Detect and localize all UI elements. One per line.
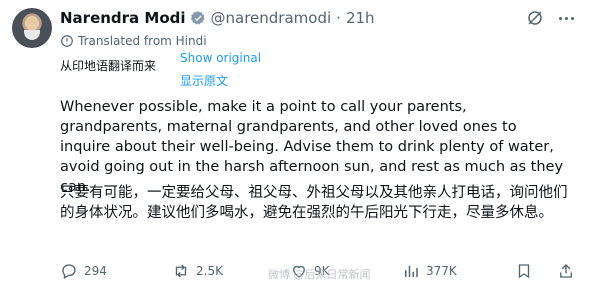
separator-dot: · [336,9,341,27]
show-original-link[interactable]: Show original [180,51,261,65]
reply-button[interactable]: 294 [60,262,107,280]
author-avatar[interactable] [12,8,52,48]
bookmark-button[interactable] [515,262,539,280]
translated-from-label: Translated from Hindi [78,34,207,48]
post-time[interactable]: 21h [346,9,375,27]
views-icon [405,265,418,277]
watermark-text: 微博 @后来日常新闻 [268,268,371,281]
bookmark-icon [518,264,530,279]
repost-icon [175,264,187,278]
source-text-line1: 从印地语翻译而来 [60,59,157,73]
verified-badge-icon [190,11,205,25]
repost-count: 2.5K [196,264,223,278]
translated-notice: Translated from Hindi [60,34,207,48]
translate-icon [61,35,73,47]
views-button[interactable]: 377K [402,262,457,280]
post-body-english: Whenever possible, make it a point to ca… [60,99,564,195]
more-icon[interactable] [556,10,576,26]
grok-icon[interactable] [526,9,544,27]
post-body-chinese: 只要有可能，一定要给父母、祖父母、外祖父母以及其他亲人打电话，询问他们的身体状况… [60,185,568,221]
share-button[interactable] [557,262,581,280]
reply-icon [62,264,76,279]
reply-count: 294 [84,264,107,278]
author-handle[interactable]: @narendramodi [211,9,332,27]
views-count: 377K [426,264,457,278]
post-header: Narendra Modi @narendramodi · 21h [60,8,375,28]
source-text-line2[interactable]: 显示原文 [180,72,228,89]
share-icon [560,264,572,278]
repost-button[interactable]: 2.5K [172,262,223,280]
author-name[interactable]: Narendra Modi [60,9,186,27]
